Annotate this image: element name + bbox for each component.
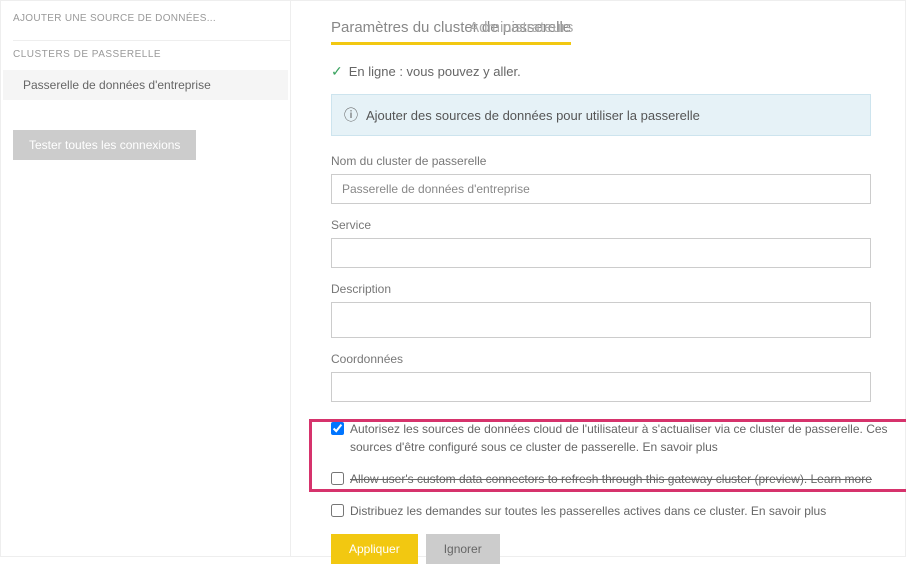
tabs: Paramètres du cluster de passerelle Admi… — [331, 19, 905, 45]
check-icon: ✓ — [331, 63, 343, 80]
status-text: En ligne : vous pouvez y aller. — [349, 64, 521, 79]
tab-administrators[interactable]: Administrateurs — [469, 19, 573, 42]
distribute-label: Distribuez les demandes sur toutes les p… — [350, 502, 826, 520]
learn-more-link[interactable]: Learn more — [811, 472, 872, 486]
main-panel: Paramètres du cluster de passerelle Admi… — [291, 1, 905, 556]
description-input[interactable] — [331, 302, 871, 338]
allow-cloud-checkbox[interactable] — [331, 422, 344, 435]
gateway-clusters-label: CLUSTERS DE PASSERELLE — [13, 40, 290, 68]
button-row: Appliquer Ignorer — [331, 534, 905, 564]
test-connections-button[interactable]: Tester toutes les connexions — [13, 130, 196, 160]
sidebar-item-gateway[interactable]: Passerelle de données d'entreprise — [1, 68, 290, 102]
field-description: Description — [331, 282, 905, 338]
info-icon: ⓘ — [344, 105, 358, 125]
checkbox-allow-custom: Allow user's custom data connectors to r… — [331, 470, 905, 488]
cluster-name-label: Nom du cluster de passerelle — [331, 154, 905, 168]
checkbox-allow-cloud: Autorisez les sources de données cloud d… — [331, 420, 905, 456]
field-coordinates: Coordonnées — [331, 352, 905, 402]
coordinates-label: Coordonnées — [331, 352, 905, 366]
info-banner-text: Ajouter des sources de données pour util… — [366, 108, 700, 123]
apply-button[interactable]: Appliquer — [331, 534, 418, 564]
field-service: Service — [331, 218, 905, 268]
service-label: Service — [331, 218, 905, 232]
add-data-source-link[interactable]: AJOUTER UNE SOURCE DE DONNÉES... — [13, 9, 290, 36]
description-label: Description — [331, 282, 905, 296]
allow-custom-checkbox[interactable] — [331, 472, 344, 485]
sidebar: AJOUTER UNE SOURCE DE DONNÉES... CLUSTER… — [1, 1, 291, 556]
service-input[interactable] — [331, 238, 871, 268]
coordinates-input[interactable] — [331, 372, 871, 402]
info-banner: ⓘ Ajouter des sources de données pour ut… — [331, 94, 871, 136]
status-line: ✓ En ligne : vous pouvez y aller. — [331, 63, 905, 80]
allow-cloud-label: Autorisez les sources de données cloud d… — [350, 420, 905, 456]
checkbox-distribute: Distribuez les demandes sur toutes les p… — [331, 502, 905, 520]
field-cluster-name: Nom du cluster de passerelle — [331, 154, 905, 204]
distribute-checkbox[interactable] — [331, 504, 344, 517]
cluster-name-input[interactable] — [331, 174, 871, 204]
ignore-button[interactable]: Ignorer — [426, 534, 500, 564]
allow-custom-label: Allow user's custom data connectors to r… — [350, 470, 872, 488]
